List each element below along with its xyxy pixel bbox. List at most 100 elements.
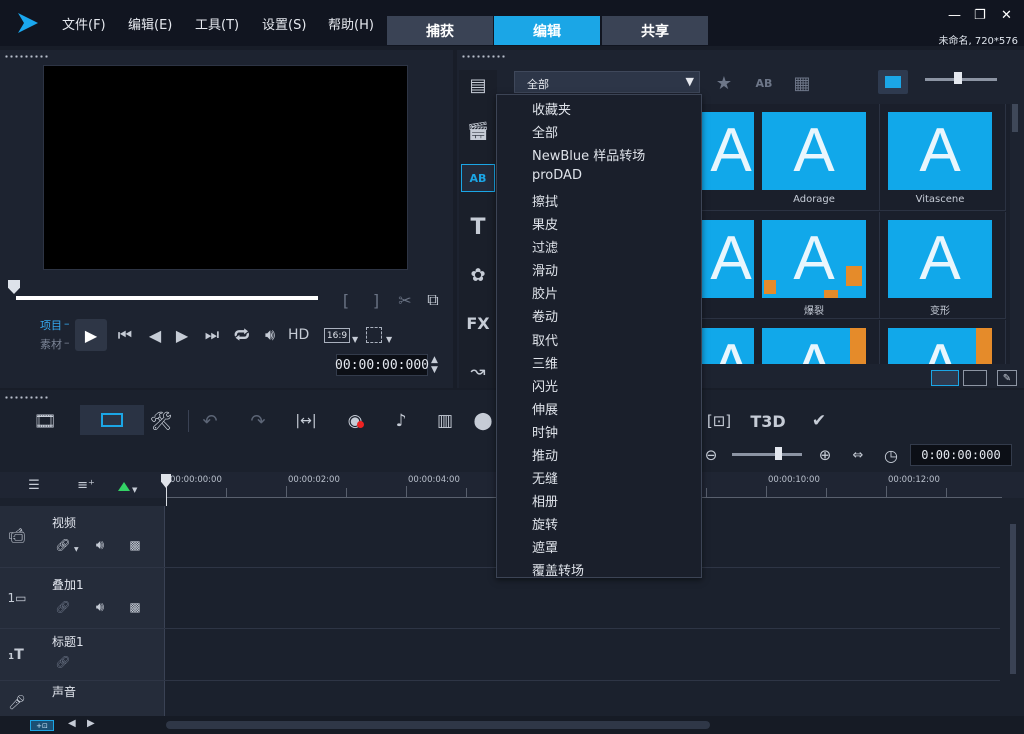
timecode-stepper[interactable]: ▲ ▼ xyxy=(431,355,438,375)
motion-tracking-icon[interactable]: ⬤ xyxy=(470,408,496,434)
title-icon[interactable]: T xyxy=(465,214,491,240)
zoom-out-icon[interactable]: ⊖ xyxy=(700,444,722,466)
tab-edit[interactable]: 编辑 xyxy=(494,16,600,45)
dropdown-option[interactable]: NewBlue 样品转场 xyxy=(532,145,645,164)
dropdown-option[interactable]: 过滤 xyxy=(532,237,558,256)
crop-tool-icon[interactable] xyxy=(366,327,382,343)
go-to-start-icon[interactable]: ⏮ xyxy=(115,325,135,345)
next-frame-icon[interactable]: ▶ xyxy=(172,325,192,345)
dropdown-option[interactable]: 果皮 xyxy=(532,214,558,233)
transition-thumbnail-morph[interactable]: A 变形 xyxy=(880,212,1006,319)
dropdown-option[interactable]: 收藏夹 xyxy=(532,99,571,118)
volume-icon[interactable]: 🔊︎ xyxy=(259,325,281,345)
transition-thumbnail-burst[interactable]: A 爆裂 xyxy=(754,212,880,319)
dropdown-option[interactable]: 滑动 xyxy=(532,260,558,279)
tab-capture[interactable]: 捕获 xyxy=(387,16,493,45)
tools-icon[interactable]: 🛠︎ xyxy=(148,408,174,434)
filter-fx-icon[interactable]: FX xyxy=(465,310,491,336)
dropdown-option[interactable]: 三维 xyxy=(532,353,558,372)
timeline-timecode[interactable]: 0:00:00:000 xyxy=(910,444,1012,466)
menu-help[interactable]: 帮助(H) xyxy=(328,14,374,33)
timecode-field[interactable]: 00:00:00:000 xyxy=(335,354,429,376)
minimize-icon[interactable]: — xyxy=(948,8,961,23)
menu-file[interactable]: 文件(F) xyxy=(62,14,106,33)
transparency-icon[interactable]: ▩ xyxy=(126,536,144,554)
library-view-mode-list[interactable] xyxy=(963,370,987,386)
tab-share[interactable]: 共享 xyxy=(602,16,708,45)
add-chapter-icon[interactable]: ≡⁺ xyxy=(74,476,98,494)
library-view-mode-thumbnail[interactable] xyxy=(931,370,959,386)
repeat-icon[interactable]: 🔁︎ xyxy=(231,325,253,345)
view-toggle-button[interactable] xyxy=(878,70,908,94)
ripple-link-icon[interactable]: 🔗︎ xyxy=(54,653,72,671)
dropdown-option[interactable]: 时钟 xyxy=(532,422,558,441)
dropdown-option[interactable]: proDAD xyxy=(532,168,582,183)
menu-settings[interactable]: 设置(S) xyxy=(262,14,306,33)
slider-thumb[interactable] xyxy=(954,72,962,84)
undo-icon[interactable]: ↶ xyxy=(198,408,222,434)
options-edit-icon[interactable]: ✎ xyxy=(997,370,1017,386)
mark-in-icon[interactable]: [ xyxy=(338,290,354,310)
close-icon[interactable]: ✕ xyxy=(1001,8,1012,23)
dropdown-option[interactable]: 无缝 xyxy=(532,468,558,487)
mark-out-icon[interactable]: ] xyxy=(368,290,384,310)
fit-timeline-icon[interactable]: ⇔ xyxy=(847,444,869,466)
aspect-ratio-button[interactable]: 16:9 xyxy=(324,328,350,343)
fit-project-icon[interactable]: |↔| xyxy=(292,408,320,434)
transition-icon[interactable]: AB xyxy=(461,164,495,192)
film-grid-icon[interactable]: ▦ xyxy=(789,71,815,95)
auto-music-icon[interactable]: ▥ xyxy=(432,408,458,434)
chapter-point-icon[interactable] xyxy=(118,482,130,491)
transition-thumbnail[interactable]: A xyxy=(880,320,1006,364)
play-button[interactable]: ▶ xyxy=(75,319,107,351)
transparency-icon[interactable]: ▩ xyxy=(126,598,144,616)
go-to-end-icon[interactable]: ⏭ xyxy=(202,325,222,345)
path-icon[interactable]: ↝ xyxy=(465,358,491,384)
project-mode-label[interactable]: 项目 xyxy=(40,317,62,333)
transition-thumbnail-vitascene[interactable]: A Vitascene xyxy=(880,104,1006,211)
scrub-handle[interactable] xyxy=(8,280,20,294)
library-scrollbar[interactable] xyxy=(1010,104,1020,364)
instant-project-icon[interactable]: 🎬︎ xyxy=(465,118,491,144)
dropdown-option[interactable]: 覆盖转场 xyxy=(532,560,584,579)
dropdown-option[interactable]: 遮罩 xyxy=(532,537,558,556)
storyboard-view-icon[interactable]: 🎞︎ xyxy=(32,408,58,434)
ripple-link-icon[interactable]: 🔗︎ xyxy=(54,598,72,616)
apply-transition-icon[interactable]: AB xyxy=(751,71,777,95)
zoom-slider[interactable] xyxy=(732,453,802,456)
dropdown-option[interactable]: 胶片 xyxy=(532,283,558,302)
dropdown-option[interactable]: 相册 xyxy=(532,491,558,510)
redo-icon[interactable]: ↷ xyxy=(246,408,270,434)
menu-tools[interactable]: 工具(T) xyxy=(195,14,239,33)
previous-frame-icon[interactable]: ◀ xyxy=(145,325,165,345)
mute-icon[interactable]: 🔊︎ xyxy=(90,536,110,554)
scroll-left-icon[interactable]: ◀ xyxy=(68,718,76,729)
mask-creator-icon[interactable]: ✔ xyxy=(806,408,832,434)
scroll-right-icon[interactable]: ▶ xyxy=(87,718,95,729)
dropdown-option[interactable]: 闪光 xyxy=(532,376,558,395)
ripple-link-icon[interactable]: 🔗︎ xyxy=(54,536,72,554)
dropdown-option[interactable]: 推动 xyxy=(532,445,558,464)
mute-icon[interactable]: 🔊︎ xyxy=(90,598,110,616)
sound-mixer-icon[interactable]: ♪ xyxy=(388,408,414,434)
record-capture-icon[interactable]: ◉ xyxy=(342,408,368,434)
transition-thumbnail[interactable]: A xyxy=(754,320,880,364)
media-library-icon[interactable]: ▤ xyxy=(465,72,491,98)
track-manager-icon[interactable]: ☰ xyxy=(22,476,46,494)
snapshot-icon[interactable]: ⧉ xyxy=(423,290,443,310)
dropdown-option[interactable]: 旋转 xyxy=(532,514,558,533)
3d-title-icon[interactable]: T3D xyxy=(750,408,785,434)
dropdown-option[interactable]: 伸展 xyxy=(532,399,558,418)
title-track[interactable]: ₁T 标题1 🔗︎ xyxy=(0,629,1000,681)
dropdown-option[interactable]: 取代 xyxy=(532,330,558,349)
transition-thumbnail-adorage[interactable]: A Adorage xyxy=(754,104,880,211)
timeline-view-button[interactable] xyxy=(80,405,144,435)
clip-mode-label[interactable]: 素材 xyxy=(40,336,62,352)
zoom-slider-thumb[interactable] xyxy=(775,447,782,460)
restore-icon[interactable]: ❐ xyxy=(974,8,986,23)
insert-track-icon[interactable]: +⊡ xyxy=(30,720,54,731)
subtitle-editor-icon[interactable]: [⊡] xyxy=(706,408,732,434)
library-filter-select[interactable]: 全部 ▼ xyxy=(514,71,700,93)
scissors-icon[interactable]: ✂ xyxy=(395,290,415,310)
dropdown-option[interactable]: 全部 xyxy=(532,122,558,141)
